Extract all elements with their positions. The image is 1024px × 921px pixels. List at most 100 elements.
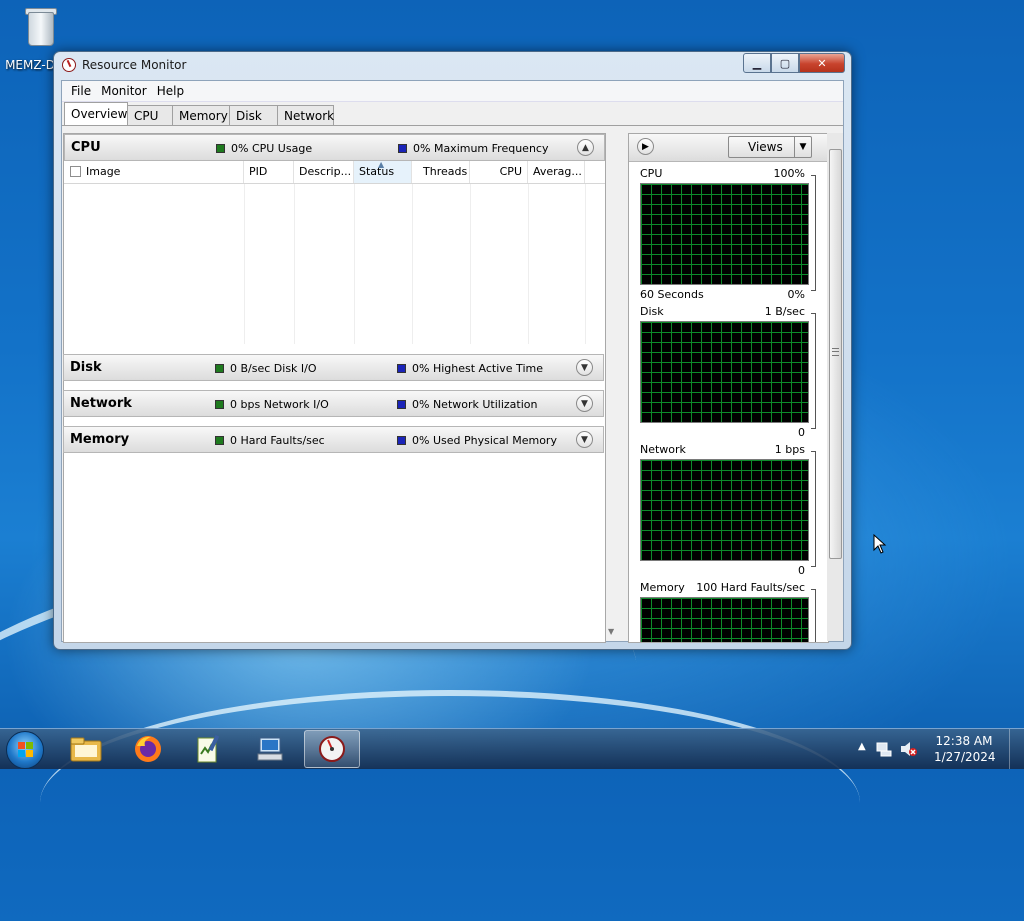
green-legend-square (215, 400, 224, 409)
graph-min-label: 0 (798, 426, 805, 439)
tab-cpu[interactable]: CPU (127, 105, 173, 125)
memory-faults-graph (640, 597, 809, 642)
green-legend-square (215, 436, 224, 445)
taskbar-network-computer[interactable] (242, 730, 298, 768)
wallpaper-swoosh (40, 690, 860, 916)
taskbar-notepad[interactable] (180, 730, 236, 768)
tab-memory[interactable]: Memory (172, 105, 230, 125)
column-threads[interactable]: Threads (412, 161, 470, 183)
used-physical-memory-stat: 0% Used Physical Memory (412, 434, 557, 447)
resource-monitor-window: Resource Monitor ▁ ▢ ✕ File Monitor Help… (53, 51, 852, 650)
cpu-section-header[interactable]: CPU 0% CPU Usage 0% Maximum Frequency ▲ (64, 134, 605, 161)
views-dropdown[interactable]: Views ▼ (728, 136, 812, 158)
expand-chevron-down-icon[interactable]: ▼ (576, 395, 593, 412)
graph-max-label: 100% (773, 167, 805, 180)
network-io-stat: 0 bps Network I/O (230, 398, 329, 411)
graph-min-label: 0% (787, 288, 805, 301)
recycle-bin-icon (24, 6, 57, 46)
tab-overview[interactable]: Overview (64, 102, 128, 125)
show-desktop-button[interactable] (1009, 729, 1024, 769)
windows-logo-icon (18, 742, 34, 758)
mouse-cursor-icon (873, 534, 887, 554)
green-legend-square (215, 364, 224, 373)
graph-max-label: 100 Hard Faults/sec (696, 581, 805, 594)
tab-network[interactable]: Network (277, 105, 334, 125)
menu-help[interactable]: Help (152, 84, 189, 98)
collapse-chevron-up-icon[interactable]: ▲ (577, 139, 594, 156)
blue-legend-square (398, 144, 407, 153)
column-average[interactable]: Averag... (528, 161, 585, 183)
blue-legend-square (397, 364, 406, 373)
menu-monitor[interactable]: Monitor (96, 84, 152, 98)
title-bar[interactable]: Resource Monitor ▁ ▢ ✕ (54, 52, 851, 79)
graph-min-label: 0 (798, 564, 805, 577)
hide-graphs-chevron-right-icon[interactable]: ▶ (637, 138, 654, 155)
explorer-icon (70, 737, 102, 762)
close-button[interactable]: ✕ (799, 53, 845, 73)
show-hidden-icons-icon[interactable]: ▲ (858, 741, 866, 752)
volume-muted-icon[interactable] (900, 741, 918, 757)
scroll-down-arrow-icon[interactable]: ▼ (608, 627, 614, 636)
window-title: Resource Monitor (82, 58, 187, 72)
minimize-icon: ▁ (752, 56, 762, 70)
column-pid[interactable]: PID (244, 161, 294, 183)
cpu-process-list (64, 184, 605, 344)
taskbar-explorer[interactable] (58, 730, 114, 768)
firefox-icon (135, 736, 161, 762)
graph-time-label: 60 Seconds (640, 288, 704, 301)
section-title: Network (70, 396, 132, 411)
graph-title: CPU (640, 167, 663, 180)
tab-bar: Overview CPU Memory Disk Network (64, 102, 334, 125)
minimize-button[interactable]: ▁ (743, 53, 771, 73)
menu-bar: File Monitor Help (62, 81, 843, 102)
cpu-usage-stat: 0% CPU Usage (231, 142, 313, 155)
graph-title: Network (640, 443, 686, 456)
disk-io-stat: 0 B/sec Disk I/O (230, 362, 317, 375)
clock[interactable]: 12:38 AM 1/27/2024 (934, 733, 996, 765)
memory-section-header[interactable]: Memory 0 Hard Faults/sec 0% Used Physica… (63, 426, 604, 453)
graphs-panel-header: ▶ Views ▼ (629, 134, 828, 162)
column-cpu[interactable]: CPU (470, 161, 528, 183)
disk-active-time-stat: 0% Highest Active Time (412, 362, 543, 375)
disk-activity-graph (640, 321, 809, 423)
graphs-panel: ▶ Views ▼ CPU 100% 60 Seconds 0% Disk 1 … (628, 133, 829, 643)
expand-chevron-down-icon[interactable]: ▼ (576, 431, 593, 448)
taskbar-resource-monitor[interactable] (304, 730, 360, 768)
network-activity-graph (640, 459, 809, 561)
dropdown-arrow-icon: ▼ (794, 137, 811, 157)
network-section-header[interactable]: Network 0 bps Network I/O 0% Network Uti… (63, 390, 604, 417)
network-computer-icon (257, 737, 283, 761)
maximize-button[interactable]: ▢ (771, 53, 799, 73)
clock-date: 1/27/2024 (934, 750, 996, 764)
graph-title: Disk (640, 305, 664, 318)
column-status[interactable]: ▲ Status (354, 161, 412, 183)
system-tray: ▲ 12:38 AM 1/27/2024 (854, 729, 1024, 769)
menu-file[interactable]: File (66, 84, 96, 98)
network-utilization-stat: 0% Network Utilization (412, 398, 538, 411)
max-frequency-stat: 0% Maximum Frequency (413, 142, 549, 155)
clock-time: 12:38 AM (935, 734, 993, 748)
start-button[interactable] (6, 731, 44, 769)
tab-disk[interactable]: Disk (229, 105, 278, 125)
hard-faults-stat: 0 Hard Faults/sec (230, 434, 325, 447)
graph-title: Memory (640, 581, 685, 594)
cpu-table-header: Image PID Descrip... ▲ Status Threads CP… (64, 161, 605, 184)
overview-sections-panel: CPU 0% CPU Usage 0% Maximum Frequency ▲ … (63, 133, 606, 643)
section-title: Disk (70, 360, 102, 375)
resource-monitor-icon (319, 736, 345, 762)
disk-section-header[interactable]: Disk 0 B/sec Disk I/O 0% Highest Active … (63, 354, 604, 381)
column-image[interactable]: Image (64, 161, 244, 183)
window-client-area: File Monitor Help Overview CPU Memory Di… (61, 80, 844, 643)
left-scrollbar[interactable]: ▼ (604, 133, 620, 641)
expand-chevron-down-icon[interactable]: ▼ (576, 359, 593, 376)
close-icon: ✕ (817, 56, 827, 70)
blue-legend-square (397, 400, 406, 409)
column-description[interactable]: Descrip... (294, 161, 354, 183)
taskbar-firefox[interactable] (120, 730, 176, 768)
select-all-checkbox[interactable] (70, 166, 81, 177)
network-status-icon[interactable] (876, 741, 892, 757)
scrollbar-thumb[interactable] (829, 149, 842, 559)
views-label: Views (748, 140, 783, 154)
notepad-icon (197, 734, 220, 763)
graphs-scrollbar[interactable] (827, 133, 843, 641)
